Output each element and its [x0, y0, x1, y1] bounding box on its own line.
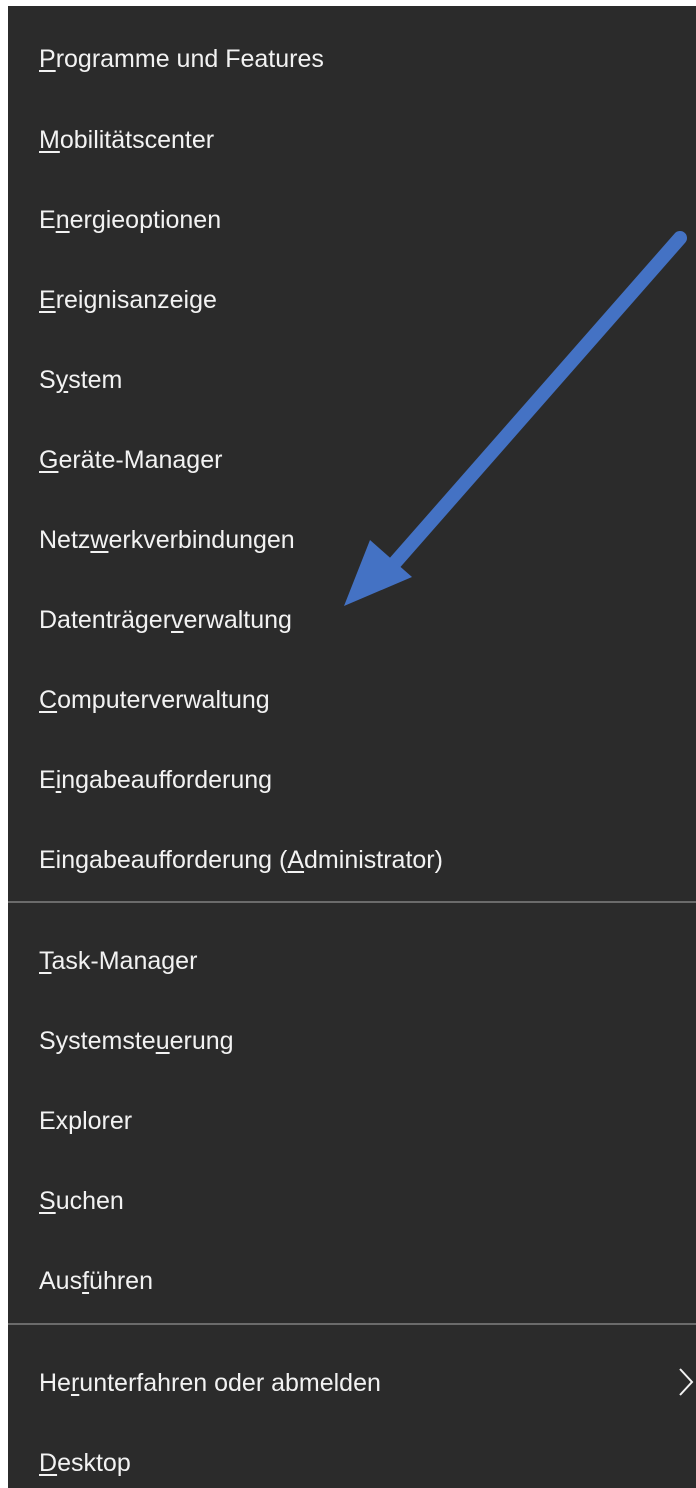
menu-item-datentraegerverwaltung[interactable]: Datenträgerverwaltung — [8, 580, 696, 660]
menu-item-label: Programme und Features — [39, 45, 324, 73]
menu-item-label: Computerverwaltung — [39, 686, 270, 714]
menu-item-label: Mobilitätscenter — [39, 126, 215, 154]
menu-item-system[interactable]: System — [8, 340, 696, 420]
menu-item-ausfuehren[interactable]: Ausführen — [8, 1241, 696, 1321]
menu-item-computerverwaltung[interactable]: Computerverwaltung — [8, 660, 696, 740]
menu-item-desktop[interactable]: Desktop — [8, 1423, 696, 1488]
menu-item-label: Task-Manager — [39, 947, 198, 975]
menu-item-energieoptionen[interactable]: Energieoptionen — [8, 180, 696, 260]
menu-item-systemsteuerung[interactable]: Systemsteuerung — [8, 1001, 696, 1081]
menu-item-label: Eingabeaufforderung — [39, 766, 273, 794]
menu-item-label: Geräte-Manager — [39, 446, 223, 474]
menu-item-netzwerkverbindungen[interactable]: Netzwerkverbindungen — [8, 500, 696, 580]
menu-item-programme-und-features[interactable]: Programme und Features — [8, 19, 696, 99]
menu-item-geraete-manager[interactable]: Geräte-Manager — [8, 420, 696, 500]
menu-item-label: System — [39, 366, 123, 394]
menu-item-label: Energieoptionen — [39, 206, 222, 234]
menu-divider — [8, 901, 696, 903]
menu-item-explorer[interactable]: Explorer — [8, 1081, 696, 1161]
menu-item-mobilitaetscenter[interactable]: Mobilitätscenter — [8, 100, 696, 180]
menu-item-label: Herunterfahren oder abmelden — [39, 1369, 381, 1397]
menu-item-label: Datenträgerverwaltung — [39, 606, 292, 634]
context-menu: Programme und Features Mobilitätscenter … — [8, 6, 696, 1488]
menu-item-label: Desktop — [39, 1449, 131, 1477]
menu-item-eingabeaufforderung-admin[interactable]: Eingabeaufforderung (Administrator) — [8, 820, 696, 900]
menu-item-ereignisanzeige[interactable]: Ereignisanzeige — [8, 260, 696, 340]
menu-item-label: Explorer — [39, 1107, 133, 1135]
menu-divider — [8, 1323, 696, 1325]
chevron-right-icon — [679, 1368, 694, 1396]
menu-item-suchen[interactable]: Suchen — [8, 1161, 696, 1241]
menu-item-label: Ausführen — [39, 1267, 153, 1295]
menu-item-label: Suchen — [39, 1187, 124, 1215]
menu-item-task-manager[interactable]: Task-Manager — [8, 921, 696, 1001]
menu-item-label: Systemsteuerung — [39, 1027, 234, 1055]
menu-item-label: Ereignisanzeige — [39, 286, 217, 314]
menu-item-label: Eingabeaufforderung (Administrator) — [39, 846, 443, 874]
menu-item-eingabeaufforderung[interactable]: Eingabeaufforderung — [8, 740, 696, 820]
menu-item-herunterfahren-oder-abmelden[interactable]: Herunterfahren oder abmelden — [8, 1343, 696, 1423]
menu-item-label: Netzwerkverbindungen — [39, 526, 295, 554]
